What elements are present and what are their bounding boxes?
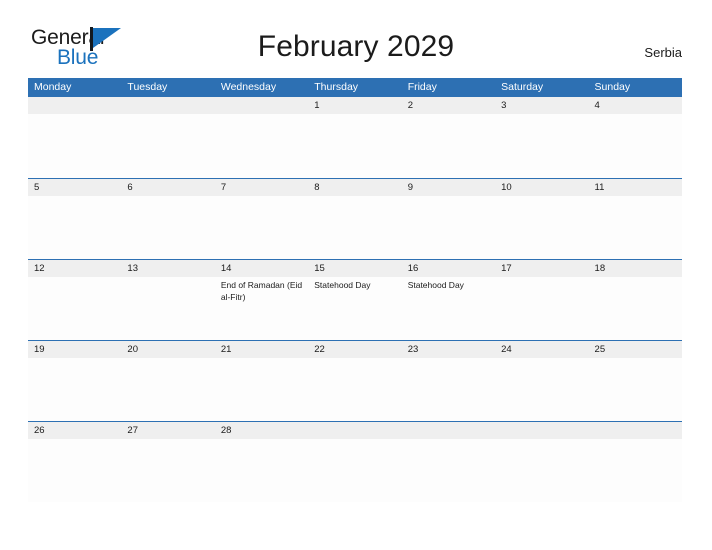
- calendar-day-cell-21[interactable]: 21: [214, 341, 309, 421]
- calendar-day-cell-15[interactable]: 15 Statehood Day: [308, 260, 402, 340]
- calendar-day-cell-18[interactable]: 18: [588, 260, 682, 340]
- calendar-day-cell-empty: [588, 422, 682, 502]
- calendar-day-cell-28[interactable]: 28: [214, 422, 309, 502]
- calendar-day-cell-23[interactable]: 23: [401, 341, 496, 421]
- calendar-table: Monday Tuesday Wednesday Thursday Friday Satu…: [28, 78, 682, 502]
- weekday-header-monday: Monday: [34, 81, 72, 93]
- day-number: 28: [214, 422, 309, 439]
- weekday-header-sunday: Sunday: [594, 81, 631, 93]
- day-number: 23: [401, 341, 496, 358]
- calendar-week-row: 26 27 28: [28, 421, 682, 502]
- calendar-day-cell-7[interactable]: 7: [214, 179, 309, 259]
- weekday-header-saturday: Saturday: [501, 81, 544, 93]
- day-number: 13: [121, 260, 215, 277]
- weekday-header-thursday: Thursday: [314, 81, 359, 93]
- calendar-day-cell-2[interactable]: 2: [401, 97, 496, 178]
- day-number: 7: [214, 179, 309, 196]
- day-number: 14: [214, 260, 309, 277]
- day-number: [308, 422, 402, 439]
- calendar-week-row: 19 20 21 22 23 24 25: [28, 340, 682, 421]
- day-number: 27: [121, 422, 215, 439]
- day-number: 17: [495, 260, 589, 277]
- day-events: Statehood Day: [308, 277, 401, 292]
- calendar-day-cell-8[interactable]: 8: [308, 179, 402, 259]
- calendar-day-cell-16[interactable]: 16 Statehood Day: [401, 260, 496, 340]
- calendar-day-cell-12[interactable]: 12: [28, 260, 122, 340]
- weekday-header-wednesday: Wednesday: [220, 81, 277, 93]
- calendar-day-cell-empty: [308, 422, 402, 502]
- calendar-day-cell-25[interactable]: 25: [588, 341, 682, 421]
- calendar-body: 1 2 3 4 5 6 7 8 9 10 11 12 13 14 End of Ramadan (Eid a…: [28, 97, 682, 502]
- calendar-day-cell-1[interactable]: 1: [308, 97, 402, 178]
- day-number: [214, 97, 309, 114]
- calendar-day-cell-17[interactable]: 17: [495, 260, 589, 340]
- day-number: [401, 422, 496, 439]
- day-number: 11: [588, 179, 682, 196]
- calendar-day-cell-26[interactable]: 26: [28, 422, 122, 502]
- day-number: 25: [588, 341, 682, 358]
- day-number: 1: [308, 97, 402, 114]
- calendar-day-cell-empty: [401, 422, 496, 502]
- calendar-day-cell-10[interactable]: 10: [495, 179, 589, 259]
- day-number: 12: [28, 260, 122, 277]
- calendar-day-cell-empty: [121, 97, 215, 178]
- page-header: General Blue February 2029 Serbia: [0, 0, 712, 74]
- page-title: February 2029: [257, 30, 455, 63]
- day-number: [121, 97, 215, 114]
- day-number: 16: [401, 260, 496, 277]
- day-events: End of Ramadan (Eid al-Fitr): [215, 277, 308, 303]
- day-number: 2: [401, 97, 496, 114]
- calendar-week-row: 5 6 7 8 9 10 11: [28, 178, 682, 259]
- calendar-day-cell-empty: [495, 422, 589, 502]
- calendar-day-cell-24[interactable]: 24: [495, 341, 589, 421]
- calendar-day-cell-empty: [28, 97, 122, 178]
- calendar-day-cell-6[interactable]: 6: [121, 179, 215, 259]
- day-number: 18: [588, 260, 682, 277]
- day-number: 4: [588, 97, 682, 114]
- calendar-day-cell-22[interactable]: 22: [308, 341, 402, 421]
- calendar-day-cell-14[interactable]: 14 End of Ramadan (Eid al-Fitr): [214, 260, 309, 340]
- holiday-label: Statehood Day: [314, 280, 371, 290]
- day-number: 10: [495, 179, 589, 196]
- day-number: 26: [28, 422, 122, 439]
- day-number: 20: [121, 341, 215, 358]
- calendar-day-cell-11[interactable]: 11: [588, 179, 682, 259]
- holiday-label: End of Ramadan (Eid al-Fitr): [220, 280, 303, 302]
- holiday-label: Statehood Day: [407, 280, 464, 290]
- day-number: 19: [28, 341, 122, 358]
- day-number: 8: [308, 179, 402, 196]
- weekday-header-row: Monday Tuesday Wednesday Thursday Friday Satu…: [28, 78, 682, 97]
- day-number: 15: [308, 260, 402, 277]
- calendar-day-cell-3[interactable]: 3: [495, 97, 589, 178]
- day-number: [588, 422, 682, 439]
- day-events: Statehood Day: [402, 277, 495, 292]
- weekday-header-tuesday: Tuesday: [127, 81, 168, 93]
- day-number: 24: [495, 341, 589, 358]
- day-number: 22: [308, 341, 402, 358]
- day-number: 9: [401, 179, 496, 196]
- day-number: 6: [121, 179, 215, 196]
- calendar-day-cell-13[interactable]: 13: [121, 260, 215, 340]
- calendar-day-cell-5[interactable]: 5: [28, 179, 122, 259]
- calendar-day-cell-20[interactable]: 20: [121, 341, 215, 421]
- calendar-day-cell-9[interactable]: 9: [401, 179, 496, 259]
- calendar-day-cell-empty: [214, 97, 309, 178]
- day-number: [495, 422, 589, 439]
- day-number: [28, 97, 122, 114]
- country-label: Serbia: [644, 45, 682, 60]
- calendar-day-cell-19[interactable]: 19: [28, 341, 122, 421]
- day-number: 5: [28, 179, 122, 196]
- calendar-day-cell-27[interactable]: 27: [121, 422, 215, 502]
- weekday-header-friday: Friday: [407, 81, 437, 93]
- calendar-page: General Blue February 2029 Serbia Monday…: [0, 0, 712, 550]
- calendar-day-cell-4[interactable]: 4: [588, 97, 682, 178]
- calendar-week-row: 1234: [28, 97, 682, 178]
- calendar-week-row: 12 13 14 End of Ramadan (Eid al-Fitr) 15 Stat…: [28, 259, 682, 340]
- day-number: 21: [214, 341, 309, 358]
- day-number: 3: [495, 97, 589, 114]
